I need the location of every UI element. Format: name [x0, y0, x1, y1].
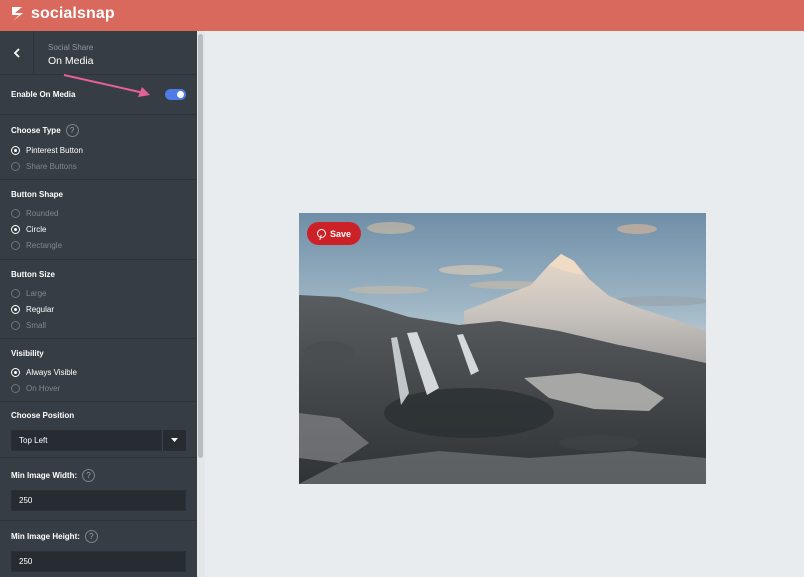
position-label: Choose Position: [11, 411, 75, 420]
help-icon[interactable]: ?: [84, 530, 98, 543]
scrollbar-thumb[interactable]: [198, 34, 203, 458]
min-height-label: Min Image Height:: [11, 532, 80, 541]
brand-name: socialsnap: [31, 5, 115, 22]
button-size-label: Button Size: [11, 270, 55, 279]
panel-title: On Media: [48, 55, 94, 67]
top-bar: socialsnap: [0, 0, 804, 31]
min-width-input[interactable]: 250: [11, 490, 186, 511]
shape-option-circle[interactable]: Circle: [11, 221, 186, 237]
visibility-option-hover[interactable]: On Hover: [11, 380, 186, 396]
panel-subtitle: Social Share: [48, 43, 94, 52]
position-select[interactable]: Top Left: [11, 430, 186, 451]
socialsnap-logo-icon: [12, 7, 23, 21]
position-select-value[interactable]: Top Left: [11, 430, 162, 451]
help-icon[interactable]: ?: [65, 124, 79, 137]
enable-toggle[interactable]: [165, 89, 186, 100]
pinterest-icon: [316, 229, 326, 238]
radio-selected-icon: [11, 145, 20, 155]
sidebar-scrollbar[interactable]: [197, 31, 205, 577]
radio-selected-icon: [11, 224, 20, 234]
shape-option-rounded[interactable]: Rounded: [11, 205, 186, 221]
type-option-pinterest[interactable]: Pinterest Button: [11, 142, 186, 158]
brand-logo[interactable]: socialsnap: [10, 5, 115, 23]
min-width-label: Min Image Width:: [11, 471, 78, 480]
help-icon[interactable]: ?: [82, 469, 96, 482]
visibility-label: Visibility: [11, 349, 44, 358]
caret-down-icon[interactable]: [162, 430, 186, 451]
radio-selected-icon: [11, 304, 20, 314]
radio-icon: [11, 240, 20, 250]
button-shape-label: Button Shape: [11, 190, 63, 199]
radio-icon: [11, 383, 20, 393]
pinterest-save-button[interactable]: Save: [307, 222, 361, 245]
radio-icon: [11, 320, 20, 330]
landscape-photo: [299, 213, 706, 484]
button-size-section: Button Size Large Regular Small: [0, 260, 197, 339]
preview-image: Save: [299, 213, 706, 484]
size-option-small[interactable]: Small: [11, 317, 186, 333]
visibility-section: Visibility Always Visible On Hover: [0, 339, 197, 402]
size-option-large[interactable]: Large: [11, 285, 186, 301]
button-shape-section: Button Shape Rounded Circle Rectangle: [0, 180, 197, 260]
save-button-label: Save: [329, 228, 352, 239]
size-option-regular[interactable]: Regular: [11, 301, 186, 317]
back-button[interactable]: [0, 31, 34, 75]
type-option-share-buttons[interactable]: Share Buttons: [11, 158, 186, 174]
preview-area: Save: [205, 31, 804, 577]
choose-type-section: Choose Type ? Pinterest Button Share But…: [0, 115, 197, 180]
choose-type-label: Choose Type: [11, 126, 61, 135]
shape-option-rectangle[interactable]: Rectangle: [11, 237, 186, 253]
radio-icon: [11, 161, 20, 171]
visibility-option-always[interactable]: Always Visible: [11, 364, 186, 380]
position-section: Choose Position Top Left: [0, 402, 197, 458]
radio-icon: [11, 288, 20, 298]
radio-icon: [11, 208, 20, 218]
annotation-arrow-icon: [63, 74, 150, 97]
chevron-left-icon: [13, 48, 20, 58]
min-height-section: Min Image Height: ? 250: [0, 521, 197, 577]
min-width-section: Min Image Width: ? 250: [0, 458, 197, 521]
panel-header: Social Share On Media: [0, 31, 197, 75]
settings-sidebar: Social Share On Media Enable On Media Ch…: [0, 31, 197, 577]
min-height-input[interactable]: 250: [11, 551, 186, 572]
radio-selected-icon: [11, 367, 20, 377]
